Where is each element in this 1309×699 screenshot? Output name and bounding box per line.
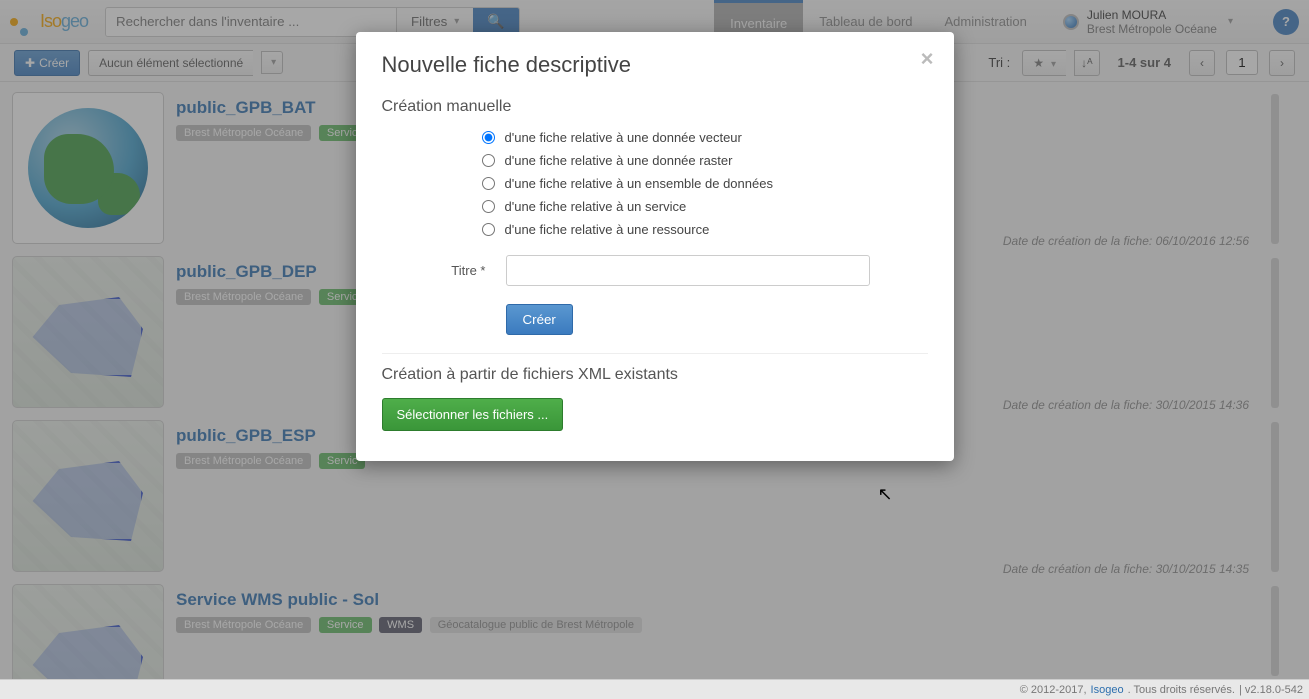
modal-new-record: × Nouvelle fiche descriptive Création ma… xyxy=(356,32,954,461)
modal-create-button[interactable]: Créer xyxy=(506,304,573,335)
section-manual: Création manuelle xyxy=(382,98,928,116)
radio-service[interactable]: d'une fiche relative à un service xyxy=(482,199,928,214)
titre-input[interactable] xyxy=(506,255,870,286)
section-xml: Création à partir de fichiers XML exista… xyxy=(382,366,928,384)
select-files-button[interactable]: Sélectionner les fichiers ... xyxy=(382,398,564,431)
radio-ensemble[interactable]: d'une fiche relative à un ensemble de do… xyxy=(482,176,928,191)
radio-ressource[interactable]: d'une fiche relative à une ressource xyxy=(482,222,928,237)
footer: © 2012-2017, Isogeo . Tous droits réserv… xyxy=(0,679,1309,699)
radio-raster[interactable]: d'une fiche relative à une donnée raster xyxy=(482,153,928,168)
radio-vecteur[interactable]: d'une fiche relative à une donnée vecteu… xyxy=(482,130,928,145)
close-icon[interactable]: × xyxy=(921,46,934,72)
titre-label: Titre * xyxy=(406,263,486,278)
modal-title: Nouvelle fiche descriptive xyxy=(382,52,928,78)
footer-link-isogeo[interactable]: Isogeo xyxy=(1091,684,1124,696)
radio-group-type: d'une fiche relative à une donnée vecteu… xyxy=(382,130,928,237)
